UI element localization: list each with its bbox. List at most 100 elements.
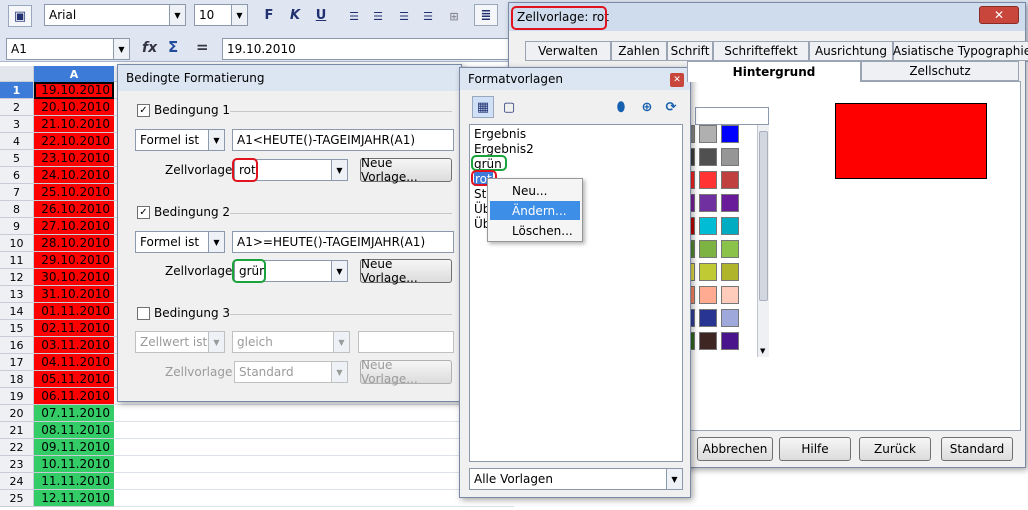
grid-row[interactable] [114, 405, 514, 422]
justify-icon[interactable]: ☰ [418, 5, 438, 27]
cell[interactable]: 26.10.2010 [34, 201, 114, 218]
color-swatch[interactable] [699, 240, 717, 258]
align-left-icon[interactable]: ☰ [344, 5, 364, 27]
cell[interactable]: 31.10.2010 [34, 286, 114, 303]
tab-zellschutz[interactable]: Zellschutz [861, 61, 1019, 81]
cell[interactable]: 09.11.2010 [34, 439, 114, 456]
cell[interactable]: 06.11.2010 [34, 388, 114, 405]
color-palette[interactable] [689, 125, 759, 357]
palette-scrollbar[interactable]: ▼ [757, 125, 769, 357]
scrollbar-thumb[interactable] [759, 131, 768, 301]
cell[interactable]: 12.11.2010 [34, 490, 114, 507]
chevron-down-icon[interactable]: ▼ [331, 362, 347, 382]
row-header[interactable]: 21 [0, 422, 34, 439]
wrap-icon[interactable]: ≣ [474, 4, 498, 26]
cell[interactable]: 25.10.2010 [34, 184, 114, 201]
color-swatch[interactable] [699, 148, 717, 166]
font-size-select[interactable]: 10 ▼ [194, 4, 248, 26]
color-swatch[interactable] [721, 240, 739, 258]
cell[interactable]: 08.11.2010 [34, 422, 114, 439]
row-header[interactable]: 9 [0, 218, 34, 235]
cell[interactable]: 03.11.2010 [34, 337, 114, 354]
condition-3-style-select[interactable]: Standard ▼ [234, 361, 348, 383]
style-item[interactable]: Ergebnis2 [474, 142, 534, 156]
cell[interactable]: 29.10.2010 [34, 252, 114, 269]
color-swatch[interactable] [721, 286, 739, 304]
styles-icon[interactable]: ▣ [8, 5, 32, 27]
condition-3-operator-select[interactable]: gleich ▼ [232, 331, 350, 353]
color-swatch[interactable] [721, 217, 739, 235]
font-name-select[interactable]: Arial ▼ [44, 4, 186, 26]
row-header[interactable]: 7 [0, 184, 34, 201]
chevron-down-icon[interactable]: ▼ [113, 39, 129, 59]
grid-row[interactable] [114, 456, 514, 473]
condition-2-type-select[interactable]: Formel ist ▼ [135, 231, 225, 253]
cell[interactable]: 30.10.2010 [34, 269, 114, 286]
row-header[interactable]: 24 [0, 473, 34, 490]
condition-1-checkbox[interactable]: ✓ [137, 104, 150, 117]
cell[interactable]: 07.11.2010 [34, 405, 114, 422]
row-header[interactable]: 19 [0, 388, 34, 405]
chevron-down-icon[interactable]: ▼ [208, 232, 224, 252]
tab-verwalten[interactable]: Verwalten [525, 41, 611, 61]
function-wizard-icon[interactable]: fx [142, 40, 157, 56]
chevron-down-icon[interactable]: ▼ [208, 130, 224, 150]
color-swatch[interactable] [699, 125, 717, 143]
page-styles-icon[interactable]: ▢ [498, 96, 520, 118]
formula-input[interactable]: 19.10.2010 [222, 38, 512, 60]
color-swatch[interactable] [721, 125, 739, 143]
cell[interactable]: 24.10.2010 [34, 167, 114, 184]
row-header[interactable]: 22 [0, 439, 34, 456]
color-swatch[interactable] [699, 194, 717, 212]
function-icon[interactable]: = [196, 38, 209, 56]
chevron-down-icon[interactable]: ▼ [169, 5, 185, 25]
row-header[interactable]: 4 [0, 133, 34, 150]
row-header[interactable]: 15 [0, 320, 34, 337]
cell[interactable]: 28.10.2010 [34, 235, 114, 252]
condition-2-formula-input[interactable]: A1>=HEUTE()-TAGEIMJAHR(A1) [232, 231, 454, 253]
color-swatch[interactable] [721, 263, 739, 281]
grid-row[interactable] [114, 439, 514, 456]
chevron-down-icon[interactable]: ▼ [331, 160, 347, 180]
style-list[interactable]: Ergebnis Ergebnis2 grün rot Sta Üb Üb [469, 124, 683, 462]
row-header[interactable]: 20 [0, 405, 34, 422]
chevron-down-icon[interactable]: ▼ [760, 347, 765, 355]
standard-button[interactable]: Standard [941, 437, 1013, 461]
condition-3-new-style-button[interactable]: Neue Vorlage... [360, 358, 452, 386]
tab-ausrichtung[interactable]: Ausrichtung [809, 41, 893, 61]
chevron-down-icon[interactable]: ▼ [208, 332, 224, 352]
tab-schrift[interactable]: Schrift [667, 41, 713, 61]
row-header[interactable]: 12 [0, 269, 34, 286]
chevron-down-icon[interactable]: ▼ [331, 261, 347, 281]
cell[interactable]: 23.10.2010 [34, 150, 114, 167]
row-header[interactable]: 16 [0, 337, 34, 354]
underline-button[interactable]: U [310, 4, 332, 26]
italic-button[interactable]: K [284, 4, 306, 26]
condition-2-new-style-button[interactable]: Neue Vorlage... [360, 257, 452, 285]
row-header[interactable]: 25 [0, 490, 34, 507]
column-header-a[interactable]: A [34, 66, 114, 82]
align-center-icon[interactable]: ☰ [368, 5, 388, 27]
row-header[interactable]: 1 [0, 82, 34, 99]
row-header[interactable]: 11 [0, 252, 34, 269]
cell[interactable]: 05.11.2010 [34, 371, 114, 388]
row-header[interactable]: 13 [0, 286, 34, 303]
chevron-down-icon[interactable]: ▼ [666, 469, 682, 489]
fill-format-icon[interactable]: ⬮ [610, 96, 632, 118]
condition-1-type-select[interactable]: Formel ist ▼ [135, 129, 225, 151]
menu-item[interactable]: Löschen... [490, 221, 580, 240]
grid-row[interactable] [114, 490, 514, 507]
cell-styles-icon[interactable]: ▦ [472, 96, 494, 118]
tab-asiatische-typographie[interactable]: Asiatische Typographie [893, 41, 1028, 61]
condition-1-new-style-button[interactable]: Neue Vorlage... [360, 156, 452, 184]
condition-1-formula-input[interactable]: A1<HEUTE()-TAGEIMJAHR(A1) [232, 129, 454, 151]
cell[interactable]: 20.10.2010 [34, 99, 114, 116]
cell[interactable]: 21.10.2010 [34, 116, 114, 133]
tab-zahlen[interactable]: Zahlen [611, 41, 667, 61]
cell[interactable]: 04.11.2010 [34, 354, 114, 371]
abbrechen-button[interactable]: Abbrechen [697, 437, 773, 461]
row-header[interactable]: 17 [0, 354, 34, 371]
style-item[interactable]: Ergebnis [474, 127, 526, 141]
style-filter-select[interactable]: Alle Vorlagen ▼ [469, 468, 683, 490]
bold-button[interactable]: F [258, 4, 280, 26]
